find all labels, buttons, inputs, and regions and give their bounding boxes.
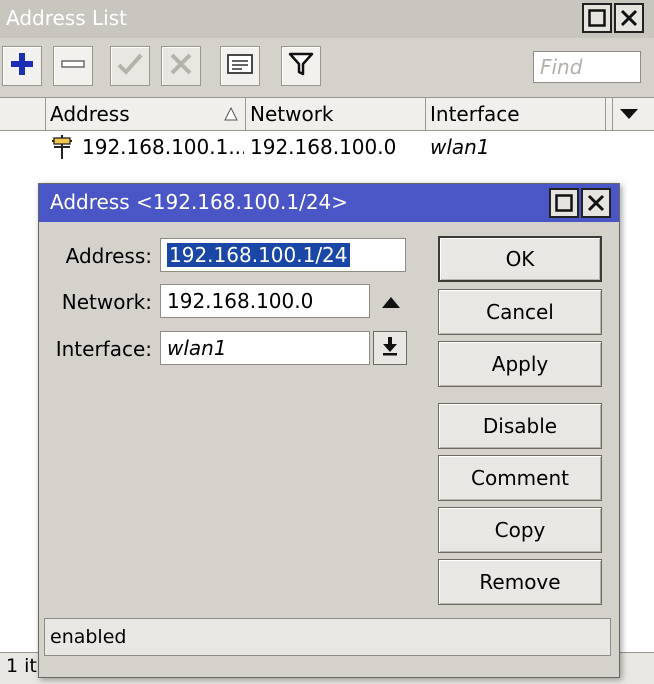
column-chooser-button[interactable] [612, 97, 654, 131]
column-header-label: Address [50, 102, 130, 126]
dialog-maximize-button[interactable] [549, 188, 579, 218]
close-icon [583, 190, 609, 216]
remove-button[interactable]: Remove [438, 559, 602, 605]
ok-button[interactable]: OK [438, 236, 602, 282]
window-close-button[interactable] [614, 3, 644, 33]
network-value: 192.168.100.0 [167, 289, 314, 313]
minus-icon [60, 51, 86, 82]
plus-icon [9, 51, 35, 82]
chevron-down-icon [617, 103, 641, 127]
address-label: Address: [65, 244, 152, 268]
network-collapse-button[interactable] [380, 292, 404, 312]
header-icon-column [0, 97, 46, 131]
window-maximize-button[interactable] [582, 3, 612, 33]
address-value: 192.168.100.1/24 [167, 243, 350, 267]
interface-select[interactable]: wlan1 [160, 331, 370, 365]
address-icon [50, 131, 78, 163]
dialog-close-button[interactable] [581, 188, 611, 218]
network-field[interactable]: 192.168.100.0 [160, 284, 370, 318]
close-icon [616, 5, 642, 31]
row-address: 192.168.100.1... [82, 135, 244, 159]
interface-value: wlan1 [167, 336, 227, 360]
comment-button[interactable]: Comment [438, 455, 602, 501]
dropdown-arrow-icon [381, 335, 399, 362]
comment-icon [226, 52, 254, 81]
filter-icon [288, 51, 314, 82]
filter-button[interactable] [281, 46, 321, 86]
disable-button[interactable]: Disable [438, 403, 602, 449]
network-label: Network: [61, 290, 152, 314]
apply-button[interactable]: Apply [438, 341, 602, 387]
cross-icon [168, 51, 194, 82]
column-header-label: Interface [430, 102, 520, 126]
maximize-icon [551, 190, 577, 216]
dialog-title: Address <192.168.100.1/24> [50, 190, 349, 214]
window-title: Address List [6, 6, 127, 30]
copy-button[interactable]: Copy [438, 507, 602, 553]
row-network: 192.168.100.0 [250, 135, 397, 159]
address-field[interactable]: 192.168.100.1/24 [160, 238, 406, 272]
add-button[interactable] [2, 46, 42, 86]
cancel-button[interactable]: Cancel [438, 289, 602, 335]
column-header-label: Network [250, 102, 334, 126]
row-interface: wlan1 [430, 135, 490, 159]
column-header-network[interactable]: Network [246, 97, 426, 131]
dialog-status-text: enabled [50, 626, 127, 648]
column-header-address[interactable]: Address [46, 97, 246, 131]
remove-button[interactable] [53, 46, 93, 86]
interface-dropdown-button[interactable] [373, 331, 407, 365]
comment-button[interactable] [220, 46, 260, 86]
find-input[interactable] [533, 51, 641, 83]
disable-button[interactable] [161, 46, 201, 86]
dialog-status-bar [44, 618, 611, 656]
maximize-icon [584, 5, 610, 31]
column-header-interface[interactable]: Interface [426, 97, 606, 131]
triangle-up-icon [380, 292, 402, 316]
enable-button[interactable] [110, 46, 150, 86]
check-icon [116, 51, 144, 82]
sort-ascending-icon [224, 97, 238, 131]
interface-label: Interface: [55, 337, 152, 361]
